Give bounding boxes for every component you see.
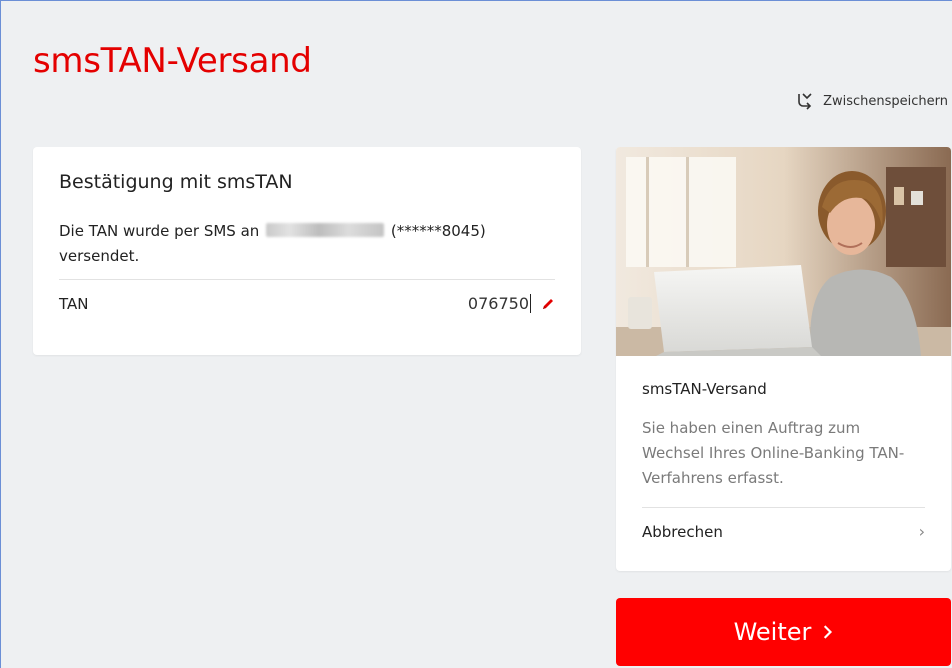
chevron-right-icon: ›	[918, 522, 925, 541]
confirmation-title: Bestätigung mit smsTAN	[59, 171, 293, 193]
sms-prefix: Die TAN wurde per SMS an	[59, 222, 260, 240]
pencil-icon	[541, 297, 555, 311]
woman-with-laptop-image	[616, 147, 951, 356]
page-title: smsTAN-Versand	[33, 41, 312, 81]
save-draft-label: Zwischenspeichern	[823, 93, 948, 109]
tan-label: TAN	[59, 294, 89, 313]
cancel-link[interactable]: Abbrechen ›	[642, 507, 925, 555]
save-draft-icon	[798, 93, 812, 110]
masked-phone-number: (******8045)	[390, 222, 486, 240]
save-draft-link[interactable]: Zwischenspeichern	[795, 91, 948, 111]
next-button[interactable]: Weiter	[616, 598, 951, 666]
tan-confirmation-card: Bestätigung mit smsTAN Die TAN wurde per…	[33, 147, 581, 355]
sms-suffix: versendet.	[59, 247, 140, 265]
info-card: smsTAN-Versand Sie haben einen Auftrag z…	[616, 147, 951, 571]
tan-row: TAN 076750	[59, 280, 555, 313]
chevron-right-icon	[823, 618, 833, 646]
next-label: Weiter	[733, 618, 812, 646]
info-title: smsTAN-Versand	[642, 380, 767, 398]
sms-sent-text: Die TAN wurde per SMS an (******8045) ve…	[59, 219, 555, 269]
redacted-device-name	[266, 223, 385, 237]
tan-input[interactable]: 076750	[468, 294, 555, 313]
info-text: Sie haben einen Auftrag zum Wechsel Ihre…	[642, 419, 905, 487]
tan-input-value[interactable]: 076750	[468, 294, 531, 313]
cancel-label: Abbrechen	[642, 522, 723, 541]
